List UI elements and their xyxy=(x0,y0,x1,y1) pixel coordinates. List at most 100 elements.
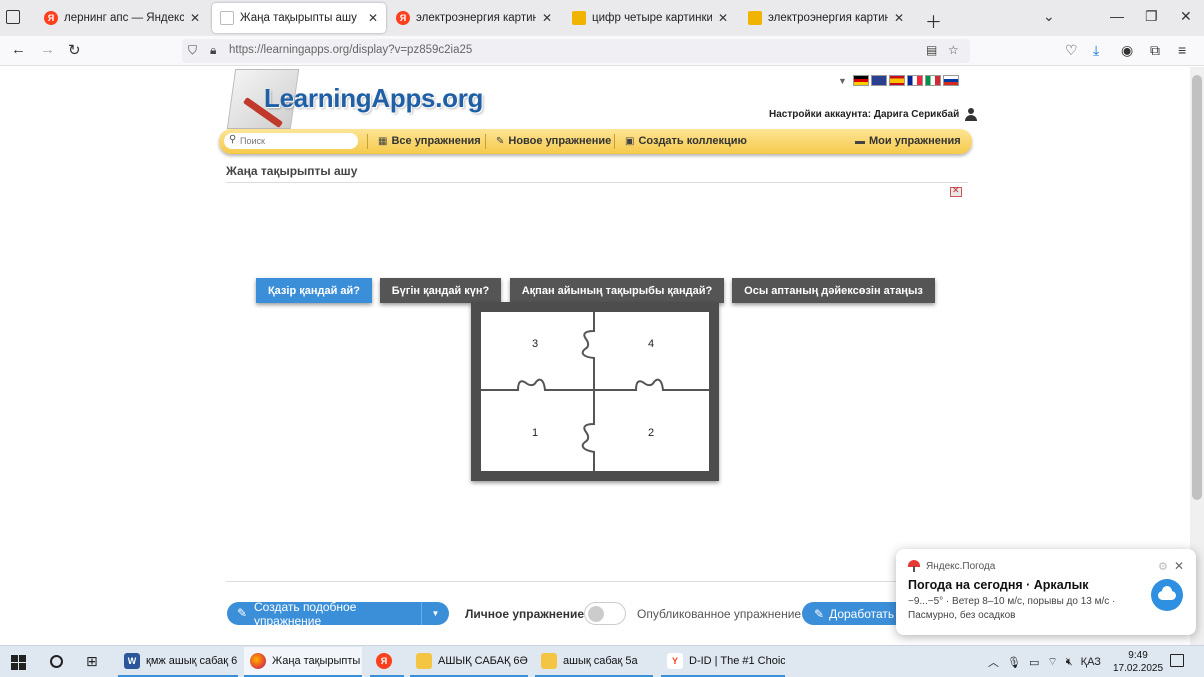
learningapps-logo[interactable]: LearningApps.org xyxy=(226,69,483,131)
search-box[interactable]: ⚲ xyxy=(224,133,358,149)
address-bar[interactable]: ⛉ 🔒︎ https://learningapps.org/display?v=… xyxy=(182,39,970,63)
account-settings[interactable]: Настройки аккаунта: Дарига Серикбай xyxy=(769,108,978,121)
browser-tab[interactable]: Я электроэнергия картинки — Яндекс ✕ xyxy=(388,3,560,33)
close-icon[interactable]: ✕ xyxy=(542,11,552,25)
pocket-icon[interactable]: ♡ xyxy=(1065,42,1078,59)
url-text[interactable]: https://learningapps.org/display?v=pz859… xyxy=(229,44,472,56)
question-button-4[interactable]: Осы аптаның дәйексөзін атаңыз xyxy=(732,278,935,303)
battery-icon[interactable]: ▭ xyxy=(1029,656,1039,669)
tab-title: электроэнергия картинки: 2 тыс изображен… xyxy=(768,12,888,24)
create-similar-label: Создать подобное упражнение xyxy=(254,599,357,628)
menu-create-collection[interactable]: ▣ Создать коллекцию xyxy=(625,135,747,147)
fullscreen-icon[interactable] xyxy=(950,185,962,197)
network-icon[interactable]: ⌔ xyxy=(1047,655,1057,669)
create-similar-button[interactable]: ✎ Создать подобное упражнение ▼ xyxy=(227,599,449,628)
menu-icon[interactable]: ≡ xyxy=(1178,42,1186,58)
logo-text: LearningApps.org xyxy=(264,83,484,113)
scrollbar-thumb[interactable] xyxy=(1192,75,1202,500)
tab-list-icon[interactable] xyxy=(6,10,20,24)
taskbar-app-folder[interactable]: АШЫҚ САБАҚ 6Ә xyxy=(410,647,528,677)
question-button-2[interactable]: Бүгін қандай күн? xyxy=(380,278,501,303)
search-icon: ⚲ xyxy=(229,134,237,145)
puzzle-frame: 3 4 1 2 xyxy=(471,302,719,481)
menu-new-exercise[interactable]: ✎ Новое упражнение xyxy=(496,135,611,147)
volume-muted-icon[interactable]: 🔇︎ xyxy=(1066,656,1073,669)
settings-icon[interactable]: ⚙ xyxy=(1158,560,1168,573)
star-icon[interactable]: ☆ xyxy=(948,43,959,57)
taskbar-app-yandex[interactable]: Y D-ID | The #1 Choic... xyxy=(661,647,785,677)
flag-es-icon[interactable] xyxy=(888,75,905,86)
chevron-down-icon[interactable]: ⌄ xyxy=(1043,8,1055,25)
user-icon[interactable] xyxy=(965,108,978,121)
close-icon[interactable]: ✕ xyxy=(894,11,904,25)
task-view-icon[interactable]: ⊞ xyxy=(86,653,98,670)
menu-all-exercises[interactable]: ▦ Все упражнения xyxy=(378,135,481,147)
flag-fr-icon[interactable] xyxy=(906,75,923,86)
account-label[interactable]: Настройки аккаунта: Дарига Серикбай xyxy=(769,109,959,120)
search-icon[interactable] xyxy=(50,655,63,668)
language-dropdown-icon[interactable]: ▼ xyxy=(838,76,847,86)
publish-toggle[interactable] xyxy=(584,602,626,625)
close-icon[interactable]: ✕ xyxy=(190,11,200,25)
main-menu: ⚲ ▦ Все упражнения ✎ Новое упражнение ▣ … xyxy=(219,129,972,154)
clock-date: 17.02.2025 xyxy=(1113,663,1164,674)
menu-my-exercises[interactable]: ▬ Мои упражнения xyxy=(855,135,961,147)
language-indicator[interactable]: ҚАЗ xyxy=(1081,656,1101,668)
browser-tab[interactable]: цифр четыре картинки: 2 тыс изображений … xyxy=(564,3,736,33)
taskbar-app-word[interactable]: W қмж ашық сабақ 6... xyxy=(118,647,238,677)
reader-view-icon[interactable]: ▤ xyxy=(926,43,937,57)
close-icon[interactable]: ✕ xyxy=(368,11,378,25)
browser-tab[interactable]: электроэнергия картинки: 2 тыс изображен… xyxy=(740,3,912,33)
caret-down-icon[interactable]: ▼ xyxy=(421,602,449,625)
clock[interactable]: 9:49 17.02.2025 xyxy=(1113,649,1163,675)
forward-icon[interactable]: → xyxy=(40,41,55,58)
close-icon[interactable]: ✕ xyxy=(1174,559,1184,573)
puzzle-piece-label[interactable]: 3 xyxy=(532,338,538,350)
navigation-bar: ← → ↻ ⛉ 🔒︎ https://learningapps.org/disp… xyxy=(0,36,1204,66)
close-window-icon[interactable]: ✕ xyxy=(1180,8,1192,25)
puzzle-piece-label[interactable]: 2 xyxy=(648,427,654,439)
taskbar: ⊞ W қмж ашық сабақ 6... Жаңа тақырыпты .… xyxy=(0,645,1204,677)
browser-tab[interactable]: Я лернинг апс — Яндекс: нашлось ✕ xyxy=(36,3,208,33)
lock-icon[interactable]: 🔒︎ xyxy=(210,43,216,58)
close-icon[interactable]: ✕ xyxy=(718,11,728,25)
firefox-icon xyxy=(250,653,266,669)
back-icon[interactable]: ← xyxy=(11,41,26,58)
search-input[interactable] xyxy=(240,134,350,148)
puzzle-piece-label[interactable]: 4 xyxy=(648,338,654,350)
title-divider xyxy=(226,182,968,183)
taskbar-app-folder[interactable]: ашық сабақ 5а xyxy=(535,647,653,677)
flag-it-icon[interactable] xyxy=(924,75,941,86)
taskbar-app-firefox[interactable]: Жаңа тақырыпты ... xyxy=(244,647,362,677)
new-tab-icon[interactable]: ＋ xyxy=(925,8,942,33)
windows-start-icon[interactable] xyxy=(11,655,26,670)
question-button-1[interactable]: Қазір қандай ай? xyxy=(256,278,372,303)
account-icon[interactable]: ◉ xyxy=(1121,42,1133,59)
umbrella-icon xyxy=(908,560,920,572)
flag-ru-icon[interactable] xyxy=(942,75,959,86)
puzzle-board: 3 4 1 2 xyxy=(481,312,709,471)
flag-de-icon[interactable] xyxy=(852,75,869,86)
restore-icon[interactable]: ❐ xyxy=(1145,8,1158,25)
minimize-icon[interactable]: — xyxy=(1110,8,1124,24)
shield-icon[interactable]: ⛉ xyxy=(188,43,197,58)
tab-title: цифр четыре картинки: 2 тыс изображений xyxy=(592,12,712,24)
yandex-icon: Я xyxy=(396,11,410,25)
weather-notification[interactable]: Яндекс.Погода ⚙ ✕ Погода на сегодня · Ар… xyxy=(896,549,1196,635)
edit-icon: ✎ xyxy=(237,606,248,620)
question-button-3[interactable]: Ақпан айының тақырыбы қандай? xyxy=(510,278,724,303)
browser-tab-active[interactable]: Жаңа тақырыпты ашу ✕ xyxy=(212,3,386,33)
reload-icon[interactable]: ↻ xyxy=(68,41,81,59)
tab-title: электроэнергия картинки — Яндекс xyxy=(416,12,536,24)
menu-divider xyxy=(614,134,615,149)
yandex-browser-icon: Я xyxy=(376,653,392,669)
taskbar-app-yandex-browser[interactable]: Я xyxy=(370,647,404,677)
microphone-icon[interactable]: 🎙︎ xyxy=(1007,656,1021,669)
notification-center-icon[interactable] xyxy=(1170,654,1184,667)
extensions-icon[interactable]: ⧉ xyxy=(1150,42,1160,59)
download-icon[interactable]: ⤓ xyxy=(1093,42,1099,59)
system-tray: ︿ 🎙︎ ▭ ⌔ 🔇︎ ҚАЗ xyxy=(988,654,1101,670)
chevron-up-icon[interactable]: ︿ xyxy=(988,654,999,670)
flag-gb-icon[interactable] xyxy=(870,75,887,86)
puzzle-piece-label[interactable]: 1 xyxy=(532,427,538,439)
